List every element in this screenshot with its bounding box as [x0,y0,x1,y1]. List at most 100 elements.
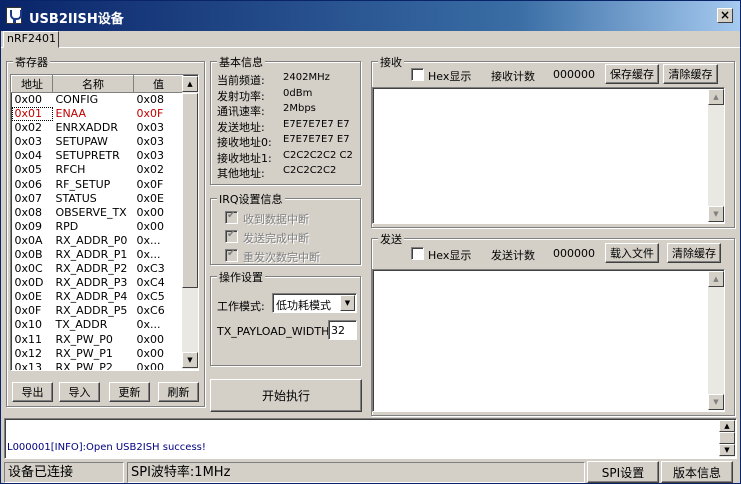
table-row[interactable]: 0x02 ENRXADDR 0x03 [12,121,184,135]
table-row[interactable]: 0x0A RX_ADDR_P0 0x... [12,234,184,248]
log-scrollbar[interactable]: ▲ ▼ [719,420,735,457]
export-button[interactable]: 导出 [12,382,53,402]
close-button[interactable]: × [717,8,733,23]
register-value-cell: 0x08 [136,93,165,106]
irq-checkbox-rx[interactable] [225,210,238,224]
table-row[interactable]: 0x0D RX_ADDR_P3 0xC4 [12,276,184,290]
table-row[interactable]: 0x0E RX_ADDR_P4 0xC5 [12,290,184,304]
register-value-cell: 0x0E [136,191,164,205]
chevron-down-icon[interactable]: ▼ [340,295,355,311]
register-value-cell: 0xC5 [136,290,165,304]
update-button[interactable]: 更新 [109,382,150,402]
register-addr-cell: 0x04 [14,149,43,163]
basic-info-value: 0dBm [283,87,313,99]
register-name-cell: SETUPRETR [55,149,120,163]
register-addr-cell: 0x05 [14,163,43,177]
receive-textarea[interactable]: ▲ ▼ [372,87,725,224]
register-addr-cell: 0x0B [14,247,43,261]
send-hex-checkbox[interactable] [411,247,424,260]
send-textarea[interactable]: ▲ ▼ [372,269,725,412]
main-window: USB2IISH设备 × nRF2401 寄存器 地址 名称 值 0x00 CON… [0,0,741,484]
table-row[interactable]: 0x07 STATUS 0x0E [12,192,184,206]
scroll-up-icon[interactable]: ▲ [708,89,724,105]
receive-clear-buffer-button[interactable]: 清除缓存 [663,64,718,84]
table-row[interactable]: 0x10 TX_ADDR 0x... [12,318,184,332]
basic-info-value: E7E7E7E7 E7 [283,134,350,145]
connection-status: 设备已连接 [4,462,124,483]
version-info-button[interactable]: 版本信息 [661,461,733,483]
basic-info-value: C2C2C2C2 C2 [283,149,353,161]
table-row[interactable]: 0x04 SETUPRETR 0x03 [12,149,184,163]
table-row[interactable]: 0x0F RX_ADDR_P5 0xC6 [12,304,184,318]
basic-info-value: 2402MHz [283,72,330,83]
scroll-up-icon[interactable]: ▲ [182,76,198,92]
register-value-cell: 0x00 [136,360,165,371]
save-buffer-button[interactable]: 保存缓存 [605,64,659,84]
table-row[interactable]: 0x0C RX_ADDR_P2 0xC3 [12,262,184,276]
table-row[interactable]: 0x13 RX_PW_P2 0x00 [12,360,184,371]
table-row[interactable]: 0x09 RPD 0x00 [12,220,184,234]
table-row[interactable]: 0x00 CONFIG 0x08 [12,93,184,108]
scroll-down-icon[interactable]: ▼ [719,444,735,456]
receive-scrollbar[interactable]: ▲ ▼ [708,89,724,222]
register-name-cell: RX_PW_P1 [55,346,113,360]
register-addr-cell: 0x01 [11,107,53,122]
irq-checkbox-tx[interactable] [225,229,238,243]
column-header-value[interactable]: 值 [133,75,184,93]
register-scrollbar[interactable]: ▲ ▼ [182,76,198,369]
title-bar[interactable]: USB2IISH设备 × [1,1,740,31]
table-row[interactable]: 0x11 RX_PW_P0 0x00 [12,333,184,347]
register-name-cell: RF_SETUP [55,177,111,191]
load-file-button[interactable]: 载入文件 [605,243,659,263]
table-row[interactable]: 0x12 RX_PW_P1 0x00 [12,347,184,361]
payload-width-label: TX_PAYLOAD_WIDTH: [217,325,334,338]
register-name-cell: RFCH [55,163,86,177]
table-row[interactable]: 0x0B RX_ADDR_P1 0x... [12,248,184,262]
send-scrollbar[interactable]: ▲ ▼ [708,271,724,410]
scroll-thumb[interactable] [182,93,198,288]
payload-width-input[interactable] [328,320,357,340]
register-addr-cell: 0x12 [14,346,43,360]
log-panel[interactable]: L000001[INFO]:Open USB2ISH success! ▲ ▼ [4,418,737,459]
basic-info-value: E7E7E7E7 E7 [283,118,350,130]
receive-hex-label: Hex显示 [428,70,472,83]
register-value-cell: 0x... [136,318,161,332]
send-clear-buffer-button[interactable]: 清除缓存 [667,243,721,263]
import-button[interactable]: 导入 [59,382,100,402]
start-execute-button[interactable]: 开始执行 [210,379,362,412]
work-mode-value: 低功耗模式 [276,299,331,312]
irq-label-tx: 发送完成中断 [243,232,309,245]
scroll-up-icon[interactable]: ▲ [719,420,735,432]
register-value-cell: 0xC3 [136,262,165,276]
basic-info-label: 发射功率: [217,89,265,103]
register-value-cell: 0xC6 [136,304,165,318]
basic-info-legend: 基本信息 [217,54,265,70]
spi-settings-button[interactable]: SPI设置 [587,461,659,483]
table-row[interactable]: 0x03 SETUPAW 0x03 [12,135,184,149]
register-value-cell: 0x03 [136,121,165,135]
register-addr-cell: 0x0E [14,290,42,304]
scroll-down-icon[interactable]: ▼ [182,352,198,368]
tab-nrf2401[interactable]: nRF2401 [3,31,59,48]
register-name-cell: RX_ADDR_P0 [55,233,128,247]
table-row[interactable]: 0x08 OBSERVE_TX 0x00 [12,206,184,220]
spi-rate-status: SPI波特率:1MHz [127,462,585,483]
register-value-cell: 0x03 [136,149,165,163]
scroll-down-icon[interactable]: ▼ [708,206,724,222]
table-row[interactable]: 0x01 ENAA 0x0F [11,107,184,122]
refresh-button[interactable]: 刷新 [158,382,199,402]
receive-hex-checkbox[interactable] [411,68,424,81]
column-header-address[interactable]: 地址 [11,75,53,93]
table-row[interactable]: 0x06 RF_SETUP 0x0F [12,177,184,191]
register-name-cell: SETUPAW [55,135,108,149]
basic-info-label: 其他地址: [217,167,265,180]
usb-device-icon [6,7,22,24]
work-mode-select[interactable]: 低功耗模式 ▼ [272,293,357,313]
register-name-cell: CONFIG [55,93,99,106]
scroll-up-icon[interactable]: ▲ [708,271,724,287]
table-row[interactable]: 0x05 RFCH 0x02 [12,163,184,177]
column-header-name[interactable]: 名称 [52,75,134,93]
irq-checkbox-retry[interactable] [225,248,238,262]
scroll-thumb[interactable] [719,432,735,444]
scroll-down-icon[interactable]: ▼ [708,394,724,410]
